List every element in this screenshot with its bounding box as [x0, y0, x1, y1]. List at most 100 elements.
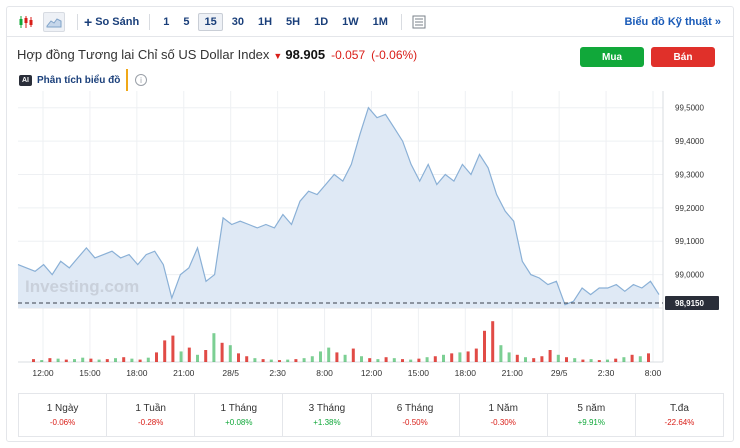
volume-bar: [532, 358, 536, 362]
performance-period: 3 Tháng: [308, 403, 346, 414]
volume-bar: [425, 357, 429, 362]
volume-bar: [376, 359, 380, 362]
volume-bar: [565, 357, 568, 362]
x-tick-label: 29/5: [551, 368, 568, 378]
volume-bar: [138, 359, 142, 362]
performance-period: 1 Tháng: [220, 403, 258, 414]
chart-widget: + So Sánh 1 5 15 30 1H 5H 1D 1W 1M Biểu đồ Kỹ th…: [6, 6, 734, 442]
volume-bar: [458, 352, 462, 362]
volume-bar: [204, 350, 208, 362]
volume-bar: [245, 356, 249, 362]
volume-bar: [122, 357, 126, 362]
volume-bar: [392, 358, 396, 362]
performance-value: +0.08%: [225, 418, 253, 427]
volume-bar: [466, 351, 470, 362]
performance-cell: 1 Năm -0.30%: [460, 394, 548, 436]
volume-bar: [64, 359, 68, 362]
volume-bar: [622, 357, 626, 362]
volume-bar: [360, 356, 363, 362]
y-tick-label: 99,3000: [675, 170, 704, 179]
performance-period: 5 năm: [577, 403, 606, 414]
price-chart[interactable]: 99,5000 99,4000 99,3000 99,2000 99,1000 99,00…: [7, 7, 735, 387]
performance-value: +9.91%: [577, 418, 605, 427]
volume-bar: [253, 358, 257, 362]
volume-bar: [89, 358, 93, 362]
volume-bar: [278, 360, 281, 362]
performance-value: -0.30%: [490, 418, 516, 427]
volume-bar: [237, 353, 240, 362]
x-tick-label: 8:00: [645, 368, 662, 378]
y-tick-label: 99,5000: [675, 104, 704, 113]
volume-bar: [630, 354, 634, 362]
x-tick-label: 12:00: [32, 368, 54, 378]
volume-bar: [548, 350, 552, 362]
volume-bar: [261, 359, 265, 362]
volume-bar: [327, 347, 331, 362]
y-tick-label: 99,1000: [675, 237, 704, 246]
volume-bar: [368, 358, 372, 362]
volume-bar: [114, 358, 117, 362]
performance-cell: 3 Tháng +1.38%: [283, 394, 372, 436]
x-tick-label: 12:00: [361, 368, 383, 378]
performance-cell: 5 năm +9.91%: [548, 394, 636, 436]
volume-bar: [474, 348, 478, 362]
performance-value: -0.06%: [49, 418, 76, 427]
volume-bar: [40, 360, 44, 362]
volume-bar: [179, 351, 183, 362]
volume-bar: [507, 352, 511, 362]
x-tick-label: 15:00: [408, 368, 430, 378]
volume-bar: [228, 345, 232, 362]
volume-bar: [48, 358, 52, 362]
volume-bar: [294, 359, 298, 362]
volume-bar: [515, 354, 519, 362]
volume-bar: [73, 359, 76, 362]
performance-period: 1 Tuần: [135, 403, 166, 414]
performance-period: 1 Năm: [488, 403, 518, 414]
volume-bar: [56, 358, 60, 362]
volume-bar: [606, 359, 609, 362]
performance-value: -0.28%: [138, 418, 164, 427]
volume-bar: [32, 359, 35, 362]
volume-bar: [196, 354, 199, 362]
volume-bar: [163, 340, 167, 362]
volume-bar: [638, 356, 642, 362]
volume-bar: [351, 348, 355, 362]
volume-bar: [146, 357, 150, 362]
volume-bar: [155, 352, 158, 362]
x-tick-label: 21:00: [173, 368, 195, 378]
volume-bar: [220, 342, 224, 362]
performance-period: 1 Ngày: [46, 403, 79, 414]
y-tick-label: 99,4000: [675, 137, 704, 146]
volume-bar: [105, 359, 109, 362]
volume-bar: [409, 359, 413, 362]
performance-cell: 6 Tháng -0.50%: [372, 394, 460, 436]
x-tick-label: 18:00: [455, 368, 477, 378]
performance-value: -22.64%: [664, 418, 695, 427]
volume-bar: [310, 356, 314, 362]
y-tick-label: 99,2000: [675, 204, 704, 213]
performance-cell: 1 Tuần -0.28%: [107, 394, 196, 436]
performance-cell: 1 Tháng +0.08%: [195, 394, 284, 436]
y-tick-label: 99,0000: [675, 271, 704, 280]
volume-bar: [499, 345, 503, 362]
volume-bar: [171, 335, 175, 362]
x-tick-label: 21:00: [502, 368, 524, 378]
volume-bar: [614, 358, 618, 362]
volume-bar: [187, 347, 191, 362]
volume-bar: [417, 358, 421, 362]
volume-bar: [647, 353, 650, 362]
volume-bar: [335, 352, 339, 362]
volume-bar: [573, 358, 577, 362]
volume-bar: [483, 330, 486, 362]
x-tick-label: 8:00: [316, 368, 333, 378]
volume-bar: [319, 351, 322, 362]
volume-bar: [81, 357, 85, 362]
volume-bar: [302, 358, 306, 362]
volume-bar: [524, 357, 527, 362]
volume-bar: [269, 359, 273, 362]
volume-bar: [491, 321, 495, 362]
volume-bar: [540, 356, 544, 362]
x-tick-label: 15:00: [79, 368, 101, 378]
performance-cell: T.đa -22.64%: [636, 394, 723, 436]
volume-bar: [286, 359, 290, 362]
